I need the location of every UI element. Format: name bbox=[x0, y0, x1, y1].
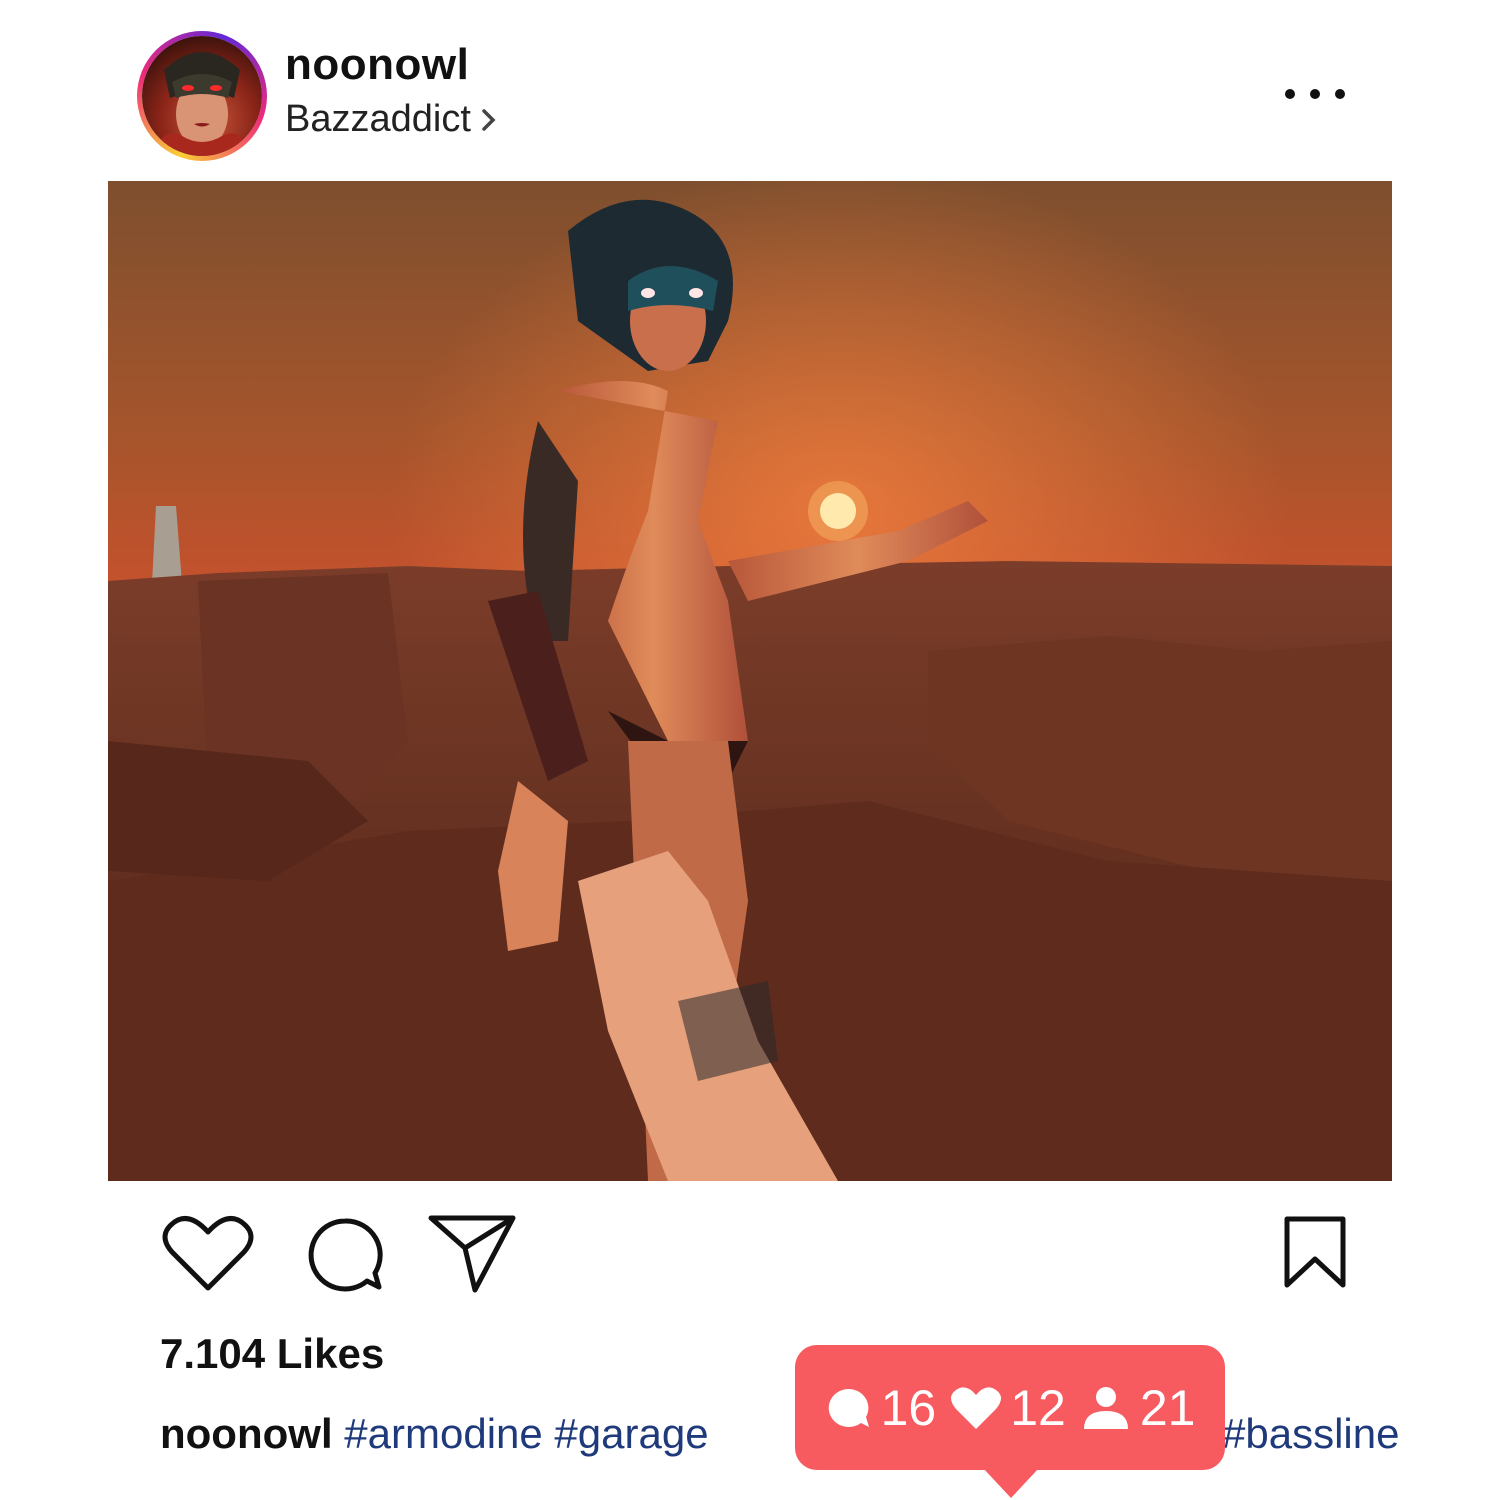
notification-follows: 21 bbox=[1080, 1379, 1196, 1437]
notification-likes: 12 bbox=[950, 1379, 1066, 1437]
caption-hashtag-bassline[interactable]: #bassline bbox=[1222, 1410, 1399, 1458]
chevron-right-icon bbox=[482, 108, 496, 131]
more-options-icon[interactable] bbox=[1285, 78, 1345, 110]
subtitle-link[interactable]: Bazzaddict bbox=[285, 98, 497, 141]
notification-likes-count: 12 bbox=[1010, 1379, 1066, 1436]
likes-count[interactable]: 7.104 Likes bbox=[160, 1330, 384, 1378]
bookmark-icon[interactable] bbox=[1283, 1215, 1347, 1289]
post-username[interactable]: noonowl bbox=[285, 40, 469, 90]
sunset-scene bbox=[108, 181, 1392, 1181]
heart-filled-icon bbox=[951, 1386, 1002, 1429]
activity-notification[interactable]: 16 12 21 bbox=[795, 1345, 1225, 1498]
caption-username[interactable]: noonowl bbox=[160, 1410, 333, 1457]
avatar-portrait bbox=[152, 52, 252, 156]
comment-bubble-icon bbox=[828, 1388, 869, 1427]
heart-icon[interactable] bbox=[162, 1212, 254, 1294]
comment-icon[interactable] bbox=[305, 1215, 385, 1295]
caption: noonowl #armodine #garage bbox=[160, 1410, 709, 1458]
post-image bbox=[108, 181, 1392, 1181]
notification-comments: 16 bbox=[825, 1379, 937, 1437]
send-icon[interactable] bbox=[427, 1212, 517, 1294]
avatar[interactable] bbox=[137, 31, 267, 161]
notification-comments-count: 16 bbox=[880, 1379, 937, 1436]
person-icon bbox=[1083, 1386, 1128, 1429]
subtitle-text: Bazzaddict bbox=[285, 98, 471, 140]
avatar-image bbox=[142, 36, 262, 156]
caption-hashtags[interactable]: #armodine #garage bbox=[344, 1410, 708, 1457]
notification-follows-count: 21 bbox=[1139, 1379, 1196, 1436]
